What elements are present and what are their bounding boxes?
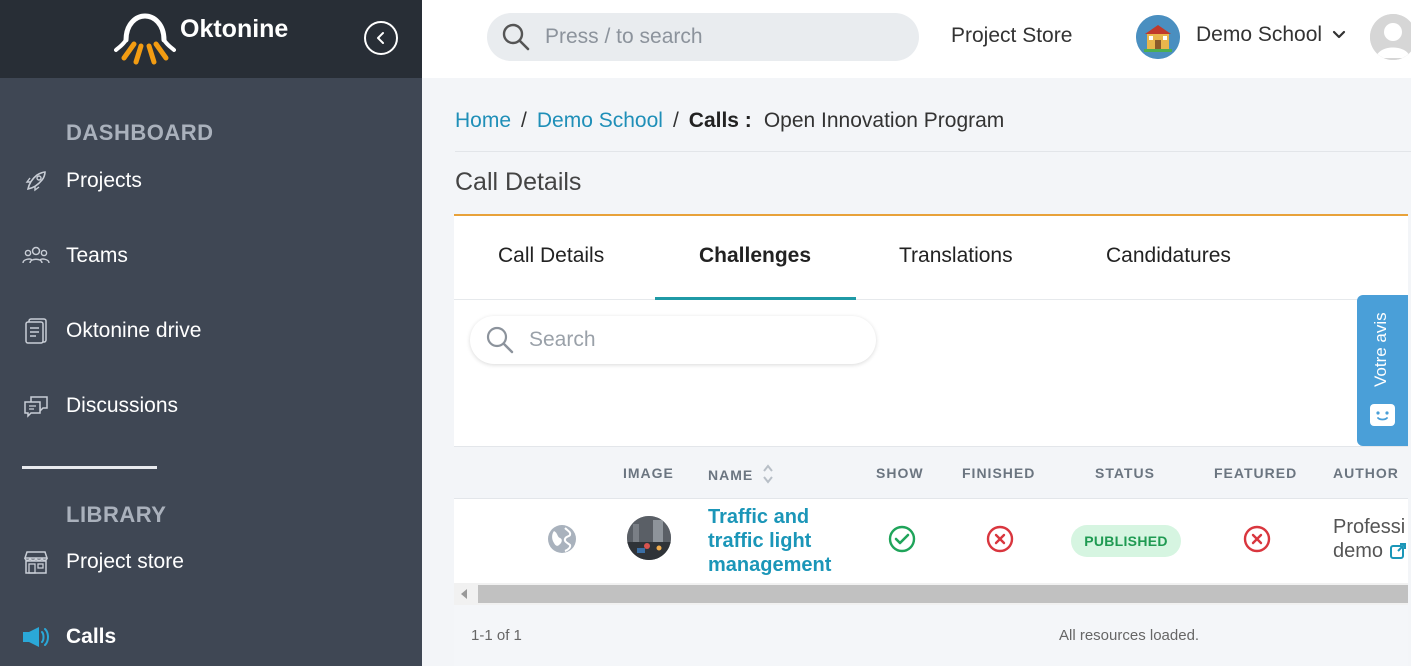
sidebar-item-discussions[interactable]: Discussions [22, 392, 178, 420]
column-header-image: IMAGE [623, 465, 674, 481]
global-search-input[interactable]: Press / to search [487, 13, 919, 61]
sidebar-header: Oktonine [0, 0, 422, 78]
search-icon [486, 326, 514, 354]
column-header-finished: FINISHED [962, 465, 1036, 481]
challenge-thumbnail [627, 516, 671, 560]
column-header-show: SHOW [876, 465, 924, 481]
status-badge: PUBLISHED [1071, 525, 1181, 557]
school-avatar[interactable] [1136, 15, 1180, 59]
column-header-name[interactable]: NAME [708, 464, 775, 485]
breadcrumb-home[interactable]: Home [455, 109, 511, 133]
tab-translations[interactable]: Translations [899, 244, 1013, 268]
breadcrumb-school[interactable]: Demo School [537, 109, 663, 133]
globe-icon [546, 523, 578, 560]
scroll-left-arrow-icon[interactable] [461, 589, 467, 599]
sidebar: Oktonine DASHBOARD Projects Teams Oktoni… [0, 0, 422, 666]
logo-text: Oktonine [180, 14, 289, 43]
chevron-left-icon [377, 32, 384, 44]
breadcrumb-divider [455, 151, 1411, 152]
content-card: Call Details Challenges Translations Can… [454, 214, 1408, 666]
challenge-name-link[interactable]: Traffic and traffic light management [708, 505, 858, 577]
table-header: IMAGE NAME SHOW FINISHED STATUS FEATURED… [454, 446, 1408, 499]
breadcrumb-calls: Calls : [688, 109, 752, 132]
section-title-library: LIBRARY [66, 502, 167, 527]
horizontal-scrollbar[interactable] [454, 583, 1408, 605]
load-status: All resources loaded. [1059, 627, 1200, 644]
breadcrumb-separator: / [672, 109, 679, 132]
tab-bar: Call Details Challenges Translations Can… [454, 216, 1408, 300]
sidebar-item-calls[interactable]: Calls [22, 623, 116, 651]
column-header-featured: FEATURED [1214, 465, 1298, 481]
document-icon [22, 317, 50, 345]
sidebar-item-teams[interactable]: Teams [22, 242, 128, 270]
sidebar-item-label: Oktonine drive [66, 319, 202, 342]
search-icon [502, 23, 530, 51]
sidebar-divider [22, 466, 157, 469]
breadcrumb: Home / Demo School / Calls : Open Innova… [455, 109, 1004, 133]
table-footer: 1-1 of 1 All resources loaded. [454, 605, 1408, 666]
school-name: Demo School [1196, 23, 1323, 46]
sidebar-item-projects[interactable]: Projects [22, 167, 142, 195]
school-selector[interactable]: Demo School [1196, 23, 1347, 47]
sidebar-item-label: Teams [66, 244, 128, 267]
active-tab-indicator [655, 297, 856, 300]
sidebar-item-label: Discussions [66, 394, 179, 417]
sidebar-item-oktonine-drive[interactable]: Oktonine drive [22, 317, 201, 345]
section-title-dashboard: DASHBOARD [66, 120, 214, 145]
rocket-icon [22, 167, 50, 195]
author-org: demo [1333, 540, 1384, 562]
feedback-label: Votre avis [1371, 312, 1390, 387]
chevron-down-icon [1332, 30, 1346, 39]
tab-call-details[interactable]: Call Details [498, 244, 604, 268]
author-cell: Professi demo [1333, 515, 1407, 563]
scrollbar-thumb[interactable] [478, 585, 1408, 603]
user-avatar[interactable] [1370, 14, 1411, 60]
users-icon [22, 242, 50, 270]
chat-icon [22, 392, 50, 420]
megaphone-icon [22, 623, 50, 651]
pagination-count: 1-1 of 1 [471, 627, 522, 644]
page-title: Call Details [455, 168, 582, 196]
x-circle-icon [986, 525, 1014, 558]
octopus-logo-icon [114, 13, 176, 65]
sort-icon [763, 464, 774, 484]
sidebar-item-project-store[interactable]: Project store [22, 548, 184, 576]
store-icon [22, 548, 50, 576]
tab-candidatures[interactable]: Candidatures [1106, 244, 1231, 268]
sidebar-item-label: Calls [66, 625, 117, 648]
breadcrumb-separator: / [521, 109, 527, 132]
tab-challenges[interactable]: Challenges [699, 244, 811, 268]
feedback-chat-icon [1370, 404, 1395, 426]
breadcrumb-current: Open Innovation Program [763, 109, 1005, 132]
logo[interactable]: Oktonine [114, 10, 288, 66]
search-placeholder: Search [529, 328, 596, 351]
check-circle-icon [888, 525, 916, 558]
challenges-search-input[interactable]: Search [470, 316, 876, 364]
column-header-name-label: NAME [708, 467, 754, 483]
table-row[interactable]: Traffic and traffic light management PUB… [454, 499, 1408, 583]
column-header-status: STATUS [1095, 465, 1155, 481]
author-name: Professi [1333, 516, 1406, 538]
column-header-author: AUTHOR [1333, 465, 1399, 481]
sidebar-item-label: Projects [66, 169, 142, 192]
x-circle-icon [1243, 525, 1271, 558]
sidebar-item-label: Project store [66, 550, 184, 573]
external-link-icon[interactable] [1389, 542, 1407, 560]
search-placeholder: Press / to search [545, 25, 703, 48]
topbar: Press / to search Project Store Demo Sch… [422, 0, 1411, 78]
project-store-link[interactable]: Project Store [951, 24, 1072, 48]
feedback-button[interactable]: Votre avis [1357, 295, 1408, 446]
collapse-sidebar-button[interactable] [364, 21, 398, 55]
